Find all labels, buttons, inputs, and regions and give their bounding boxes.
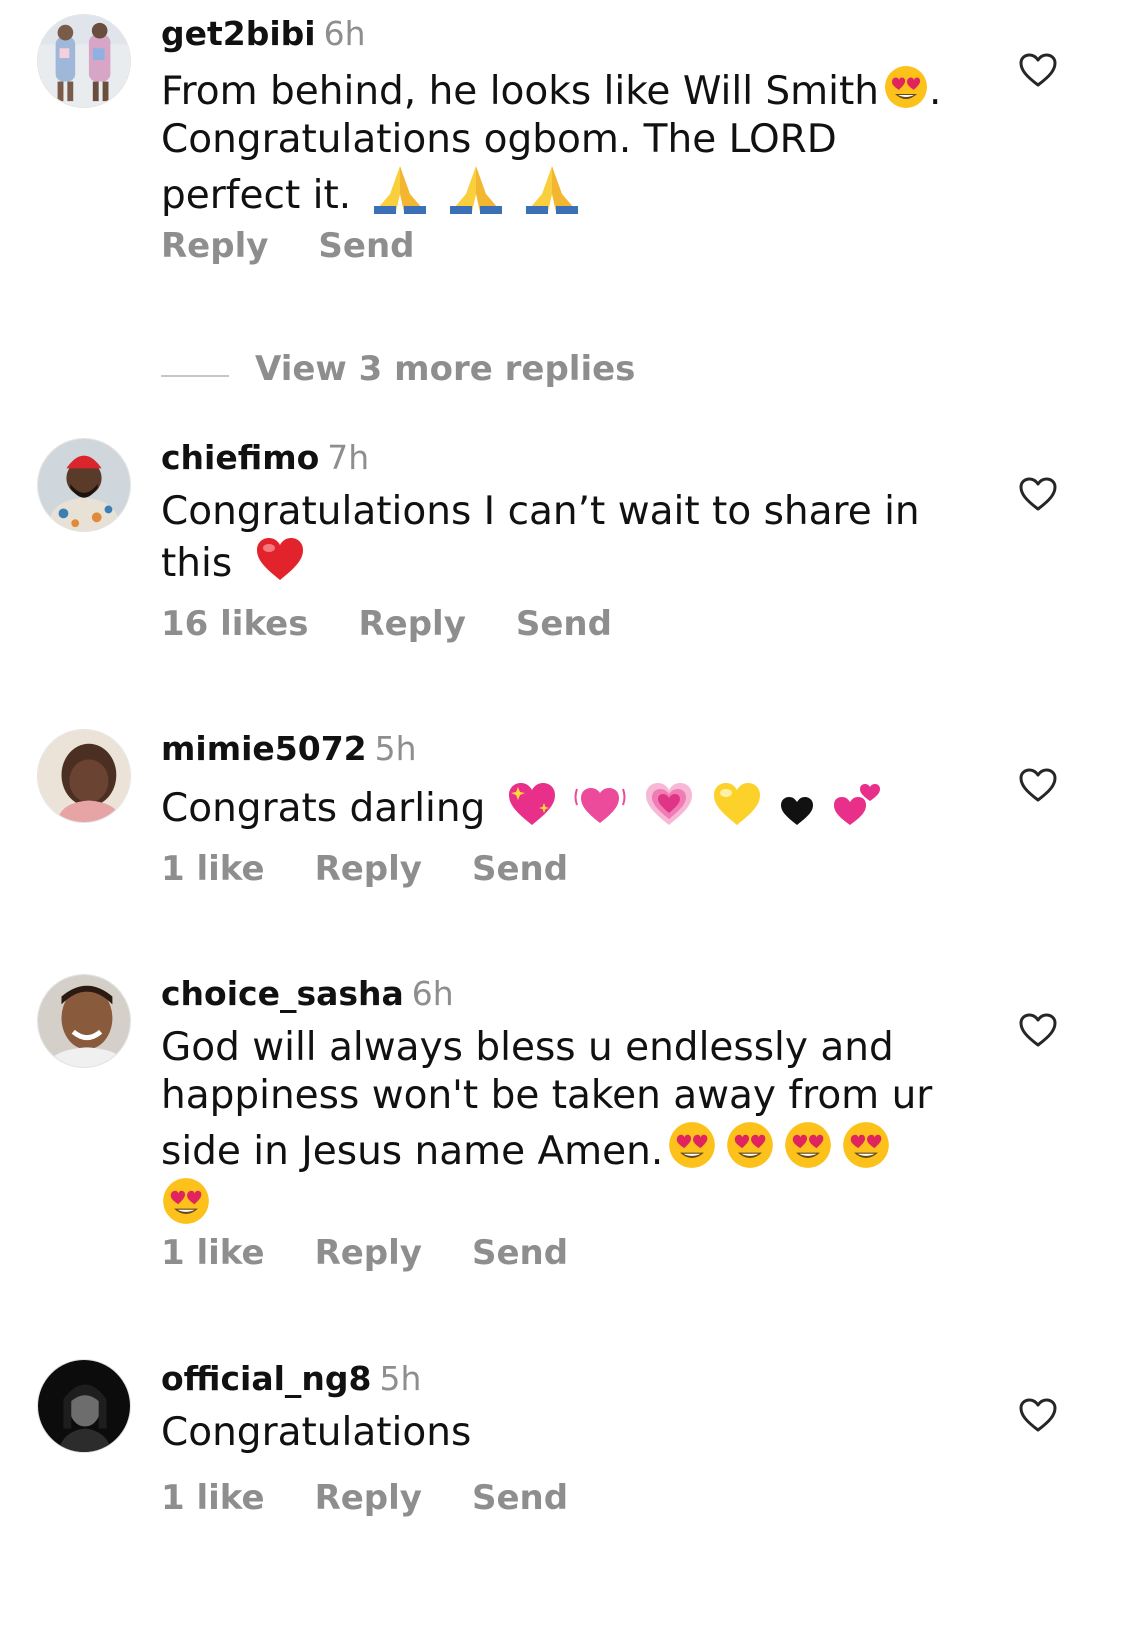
comment-text-line: side in Jesus name Amen. bbox=[161, 1129, 664, 1174]
send-button[interactable]: Send bbox=[472, 849, 568, 889]
send-button[interactable]: Send bbox=[318, 226, 414, 266]
comment-timestamp: 6h bbox=[323, 14, 366, 53]
folded-hands-emoji bbox=[372, 164, 428, 214]
heart-outline-icon bbox=[1019, 53, 1057, 87]
two-hearts-emoji bbox=[832, 779, 884, 827]
yellow-heart-emoji bbox=[711, 779, 763, 827]
comment-official_ng8: official_ng8 5h Congratulations 1 like Rep… bbox=[0, 1359, 1125, 1559]
comment-text: God will always bless u endlessly and ha… bbox=[161, 1024, 961, 1232]
comment-text-line: this bbox=[161, 541, 233, 586]
comment-timestamp: 5h bbox=[379, 1359, 422, 1398]
comment-timestamp: 5h bbox=[374, 729, 417, 768]
comment-actions: 1 like Reply Send bbox=[161, 1232, 618, 1274]
reply-button[interactable]: Reply bbox=[315, 849, 422, 889]
reply-button[interactable]: Reply bbox=[161, 226, 268, 266]
comment-username[interactable]: get2bibi bbox=[161, 14, 316, 53]
comment-text-line: God will always bless u endlessly and bbox=[161, 1025, 894, 1070]
comment-mimie5072: mimie5072 5h Congrats darling 1 like Reply… bbox=[0, 729, 1125, 909]
avatar-image bbox=[38, 1360, 130, 1452]
comment-actions: 1 like Reply Send bbox=[161, 848, 618, 890]
like-button[interactable] bbox=[1018, 476, 1058, 512]
comment-text: Congratulations bbox=[161, 1409, 961, 1457]
comment-text-line: happiness won't be taken away from ur bbox=[161, 1073, 933, 1118]
like-button[interactable] bbox=[1018, 767, 1058, 803]
reply-button[interactable]: Reply bbox=[358, 604, 465, 644]
folded-hands-emoji bbox=[524, 164, 580, 214]
heart-outline-icon bbox=[1019, 477, 1057, 511]
heart-eyes-emoji bbox=[161, 1176, 211, 1226]
comment-text: From behind, he looks like Will Smith. C… bbox=[161, 64, 961, 220]
comment-chiefimo: chiefimo 7h Congratulations I can’t wait … bbox=[0, 438, 1125, 658]
avatar[interactable] bbox=[37, 729, 131, 823]
heart-outline-icon bbox=[1019, 1398, 1057, 1432]
comment-actions: 16 likes Reply Send bbox=[161, 603, 662, 645]
like-button[interactable] bbox=[1018, 1397, 1058, 1433]
replies-divider-line bbox=[161, 374, 229, 377]
send-button[interactable]: Send bbox=[472, 1478, 568, 1518]
comment-actions: 1 like Reply Send bbox=[161, 1477, 618, 1519]
heart-eyes-emoji bbox=[725, 1120, 775, 1170]
comment-username[interactable]: choice_sasha bbox=[161, 974, 404, 1013]
likes-count[interactable]: 1 like bbox=[161, 849, 265, 889]
avatar[interactable] bbox=[37, 438, 131, 532]
comment-username[interactable]: chiefimo bbox=[161, 438, 319, 477]
avatar-image bbox=[38, 439, 130, 531]
avatar[interactable] bbox=[37, 1359, 131, 1453]
heart-eyes-emoji bbox=[841, 1120, 891, 1170]
comment-text-line: Congratulations ogbom. The LORD bbox=[161, 117, 837, 162]
send-button[interactable]: Send bbox=[516, 604, 612, 644]
likes-count[interactable]: 16 likes bbox=[161, 604, 308, 644]
avatar-image bbox=[38, 15, 130, 107]
avatar-image bbox=[38, 975, 130, 1067]
comment-timestamp: 6h bbox=[411, 974, 454, 1013]
comment-text-line: perfect it. bbox=[161, 173, 352, 218]
like-button[interactable] bbox=[1018, 1012, 1058, 1048]
sparkling-heart-emoji bbox=[506, 779, 558, 827]
growing-heart-emoji bbox=[643, 779, 695, 827]
heart-eyes-emoji bbox=[783, 1120, 833, 1170]
red-heart-emoji bbox=[255, 536, 305, 582]
comment-text-line: Congratulations bbox=[161, 1410, 472, 1455]
reply-button[interactable]: Reply bbox=[315, 1233, 422, 1273]
beating-heart-emoji bbox=[574, 779, 626, 827]
view-more-replies[interactable]: View 3 more replies bbox=[161, 348, 635, 390]
likes-count[interactable]: 1 like bbox=[161, 1233, 265, 1273]
send-button[interactable]: Send bbox=[472, 1233, 568, 1273]
reply-button[interactable]: Reply bbox=[315, 1478, 422, 1518]
likes-count[interactable]: 1 like bbox=[161, 1478, 265, 1518]
folded-hands-emoji bbox=[448, 164, 504, 214]
comment-get2bibi: get2bibi 6h From behind, he looks like Wi… bbox=[0, 14, 1125, 284]
heart-outline-icon bbox=[1019, 768, 1057, 802]
comment-text-line: Congratulations I can’t wait to share in bbox=[161, 489, 920, 534]
heart-eyes-emoji bbox=[667, 1120, 717, 1170]
like-button[interactable] bbox=[1018, 52, 1058, 88]
comment-choice_sasha: choice_sasha 6h God will always bless u e… bbox=[0, 974, 1125, 1294]
heart-eyes-emoji bbox=[883, 64, 929, 110]
heart-outline-icon bbox=[1019, 1013, 1057, 1047]
comment-text: Congratulations I can’t wait to share in… bbox=[161, 488, 961, 588]
comment-username[interactable]: official_ng8 bbox=[161, 1359, 372, 1398]
comment-text-line: From behind, he looks like Will Smith bbox=[161, 69, 880, 114]
black-heart-emoji bbox=[779, 795, 815, 827]
comment-text-line: Congrats darling bbox=[161, 786, 486, 831]
avatar[interactable] bbox=[37, 974, 131, 1068]
comment-text-suffix: . bbox=[929, 69, 942, 114]
comment-actions: Reply Send bbox=[161, 225, 465, 267]
avatar-image bbox=[38, 730, 130, 822]
avatar[interactable] bbox=[37, 14, 131, 108]
comment-username[interactable]: mimie5072 bbox=[161, 729, 367, 768]
comment-timestamp: 7h bbox=[327, 438, 370, 477]
view-more-replies-label[interactable]: View 3 more replies bbox=[255, 349, 635, 389]
comment-text: Congrats darling bbox=[161, 779, 961, 833]
